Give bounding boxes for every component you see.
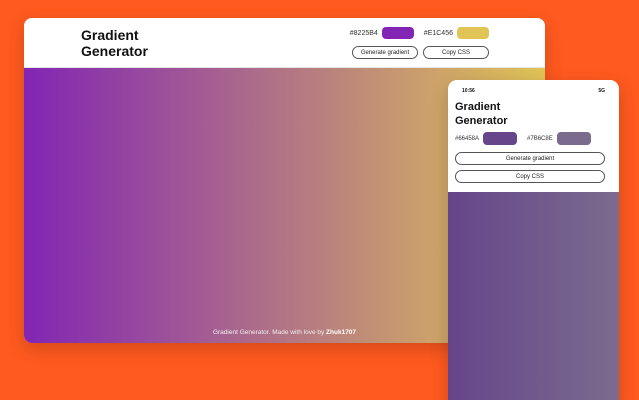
color1-hex-label: #66458A bbox=[455, 135, 480, 142]
color1-swatch[interactable] bbox=[483, 132, 518, 145]
color2-hex-label: #7B6C8E bbox=[527, 135, 553, 142]
mobile-window: 10:56 5G Gradient Generator #66458A #7B6… bbox=[448, 80, 619, 400]
gradient-preview bbox=[448, 192, 619, 400]
copy-css-button[interactable]: Copy CSS bbox=[455, 170, 605, 183]
copy-css-button[interactable]: Copy CSS bbox=[423, 46, 489, 59]
page-title: Gradient Generator bbox=[81, 27, 148, 59]
footer-text: Gradient Generator. Made with love by bbox=[212, 329, 325, 336]
page-title: Gradient Generator bbox=[455, 101, 508, 127]
color-pickers: #8225B4 #E1C456 bbox=[350, 27, 489, 39]
color2-swatch[interactable] bbox=[457, 27, 489, 39]
color1-hex-label: #8225B4 bbox=[349, 29, 378, 37]
generate-gradient-button[interactable]: Generate gradient bbox=[455, 152, 605, 165]
color2-swatch[interactable] bbox=[556, 132, 591, 145]
color-pickers: #66458A #7B6C8E bbox=[455, 132, 605, 145]
status-network: 5G bbox=[598, 88, 605, 94]
color2-hex-label: #E1C456 bbox=[423, 29, 453, 37]
generate-gradient-button[interactable]: Generate gradient bbox=[352, 46, 418, 59]
copy-button-wrap: Copy CSS bbox=[455, 170, 605, 183]
header: Gradient Generator #8225B4 #E1C456 Gener… bbox=[24, 18, 545, 68]
color1-swatch[interactable] bbox=[381, 27, 414, 39]
action-buttons: Generate gradient Copy CSS bbox=[352, 46, 489, 59]
status-bar: 10:56 5G bbox=[462, 88, 605, 94]
footer-author-link[interactable]: Zhuk1707 bbox=[326, 329, 356, 336]
status-time: 10:56 bbox=[462, 88, 475, 94]
generate-button-wrap: Generate gradient bbox=[455, 152, 605, 165]
